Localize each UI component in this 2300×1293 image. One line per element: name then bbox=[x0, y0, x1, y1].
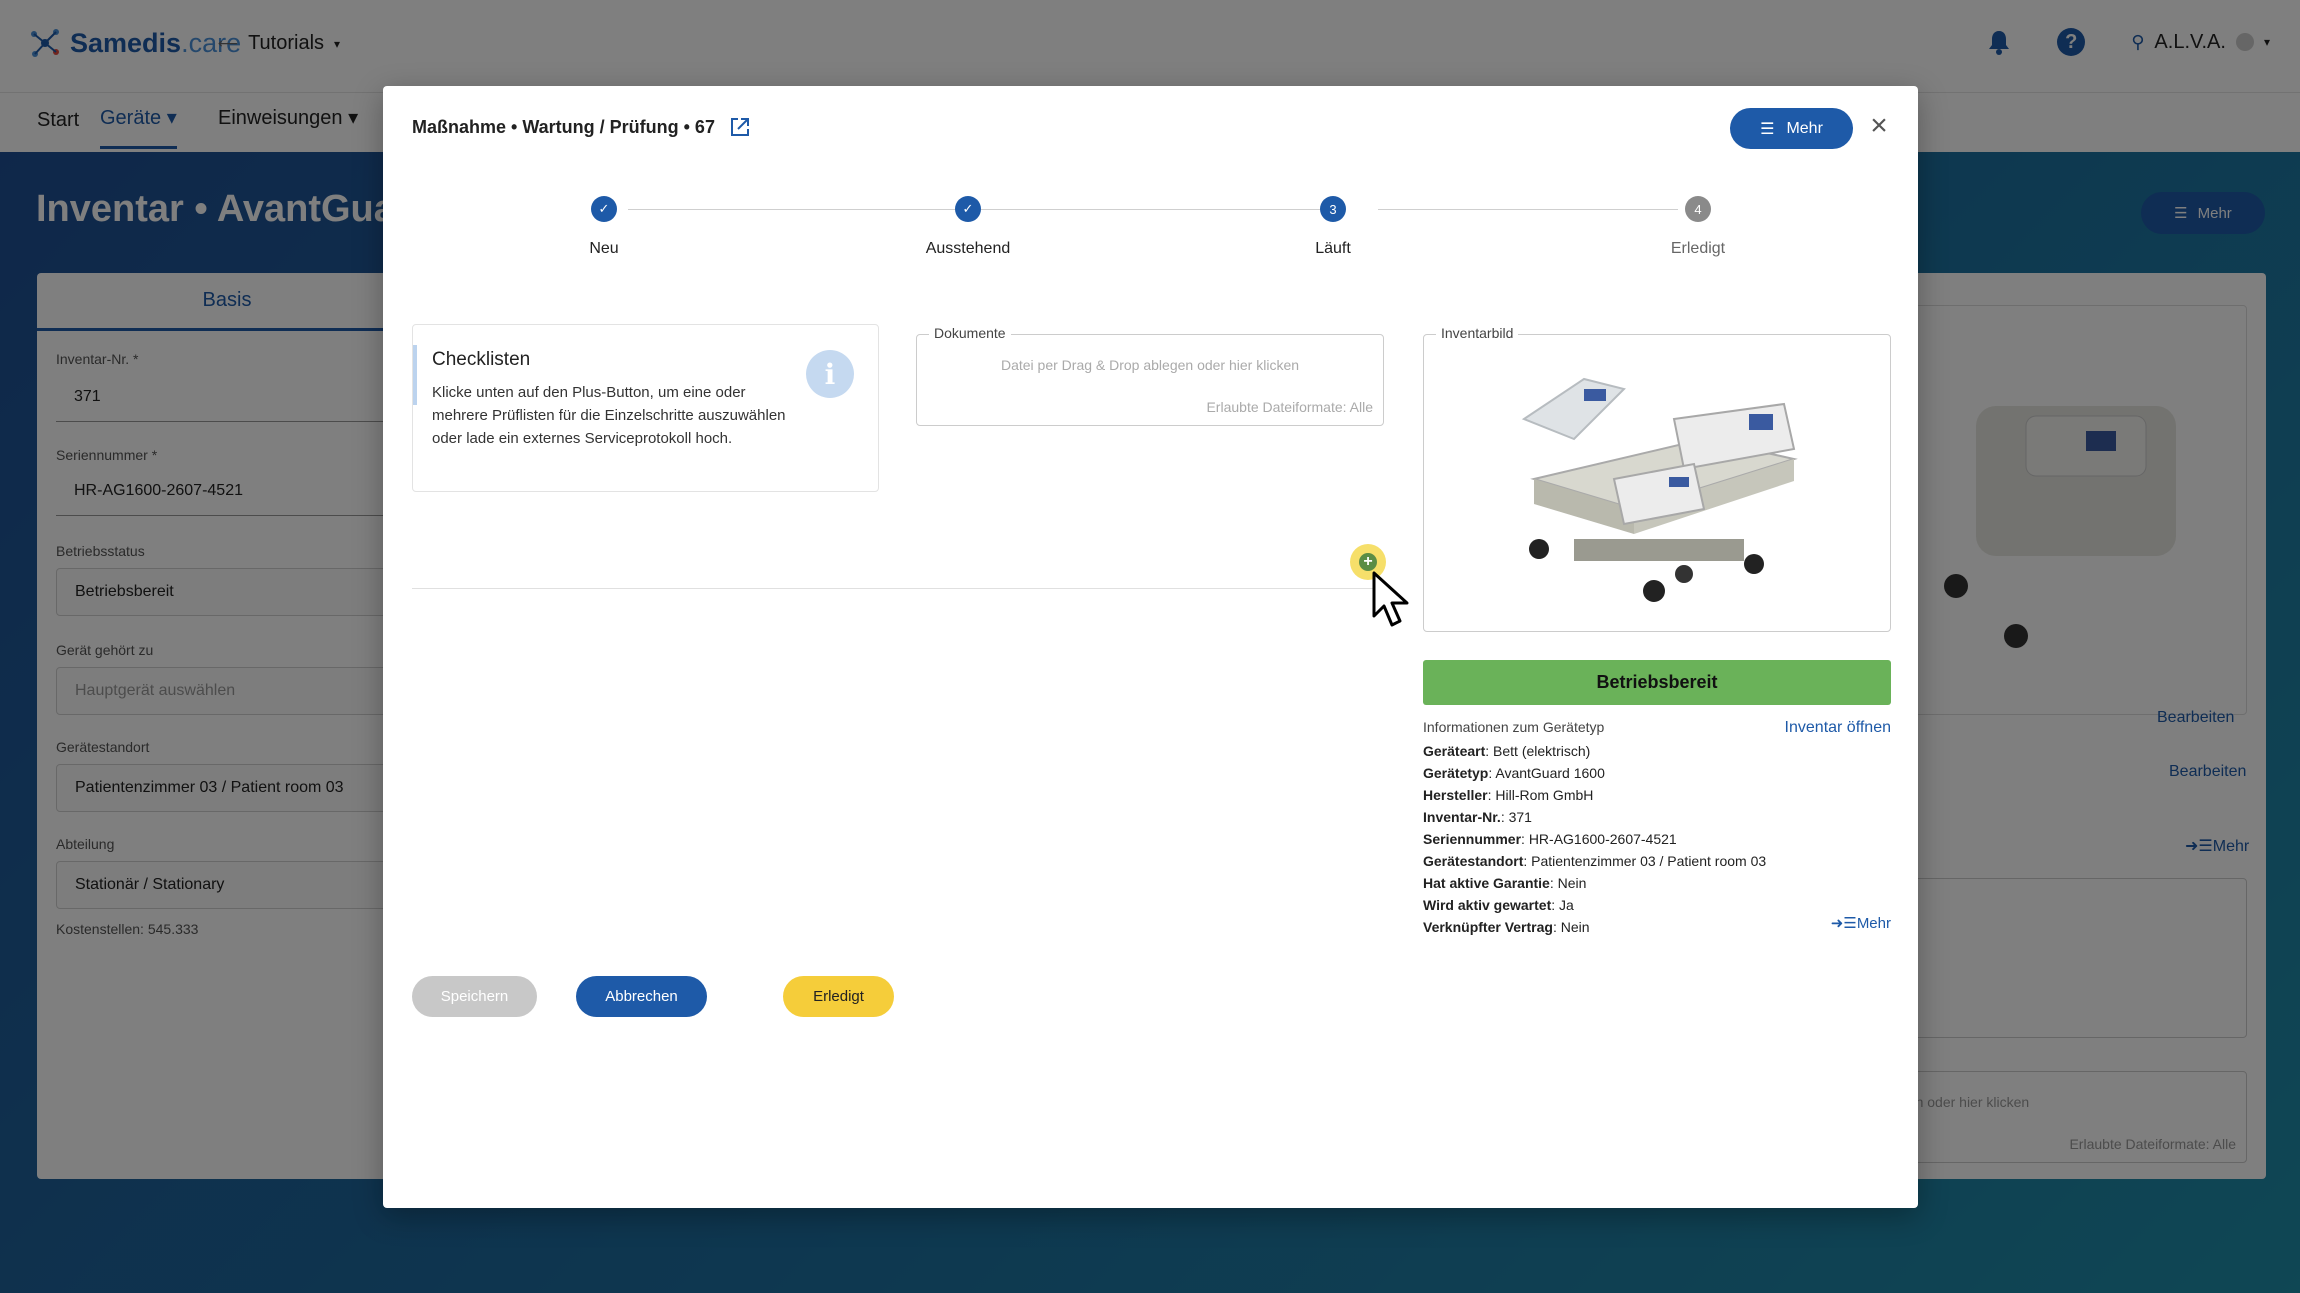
save-button[interactable]: Speichern bbox=[412, 976, 537, 1017]
step-ausstehend[interactable]: ✓ Ausstehend bbox=[868, 191, 1068, 258]
status-stepper: ✓ Neu ✓ Ausstehend 3 Läuft 4 Erledigt bbox=[383, 191, 1918, 271]
geraetetyp-info-list: Geräteart: Bett (elektrisch) Gerätetyp: … bbox=[1423, 740, 1883, 938]
close-icon[interactable]: × bbox=[1865, 111, 1893, 141]
menu-icon: ☰ bbox=[1760, 120, 1775, 138]
mouse-cursor-icon bbox=[1372, 571, 1409, 627]
divider bbox=[412, 588, 1374, 589]
checklist-info-box: Checklisten Klicke unten auf den Plus-Bu… bbox=[412, 324, 879, 492]
step-number: 3 bbox=[1320, 196, 1346, 222]
bed-image bbox=[1521, 377, 1798, 602]
info-accent-bar bbox=[413, 345, 417, 405]
info-row: Seriennummer: HR-AG1600-2607-4521 bbox=[1423, 831, 1677, 847]
documents-hint: Datei per Drag & Drop ablegen oder hier … bbox=[1000, 357, 1300, 373]
check-icon: ✓ bbox=[955, 196, 981, 222]
inventarbild-legend: Inventarbild bbox=[1436, 325, 1519, 341]
info-row: Hersteller: Hill-Rom GmbH bbox=[1423, 787, 1594, 803]
plus-icon: + bbox=[1359, 553, 1377, 571]
documents-dropzone[interactable]: Dokumente Datei per Drag & Drop ablegen … bbox=[916, 325, 1384, 426]
info-mehr-link[interactable]: ➜☰Mehr bbox=[1831, 914, 1891, 932]
checklist-title: Checklisten bbox=[432, 349, 531, 370]
info-row: Geräteart: Bett (elektrisch) bbox=[1423, 743, 1591, 759]
inventar-oeffnen-link[interactable]: Inventar öffnen bbox=[1785, 719, 1891, 737]
geraetetyp-info-heading: Informationen zum Gerätetyp bbox=[1423, 719, 1605, 735]
check-icon: ✓ bbox=[591, 196, 617, 222]
dialog-title: Maßnahme • Wartung / Prüfung • 67 bbox=[412, 116, 751, 138]
info-row: Hat aktive Garantie: Nein bbox=[1423, 875, 1587, 891]
step-neu[interactable]: ✓ Neu bbox=[504, 191, 704, 258]
step-label: Erledigt bbox=[1670, 240, 1726, 257]
step-laeuft[interactable]: 3 Läuft bbox=[1233, 191, 1433, 258]
dialog-mehr-button[interactable]: ☰ Mehr bbox=[1730, 108, 1853, 149]
info-row: Gerätetyp: AvantGuard 1600 bbox=[1423, 765, 1605, 781]
info-row: Gerätestandort: Patientenzimmer 03 / Pat… bbox=[1423, 853, 1767, 869]
cancel-button[interactable]: Abbrechen bbox=[576, 976, 707, 1017]
info-row: Wird aktiv gewartet: Ja bbox=[1423, 897, 1574, 913]
documents-formats: Erlaubte Dateiformate: Alle bbox=[1206, 399, 1373, 415]
inventarbild-box: Inventarbild bbox=[1423, 325, 1891, 632]
checklist-text: Klicke unten auf den Plus-Button, um ein… bbox=[432, 384, 786, 447]
info-row: Verknüpfter Vertrag: Nein bbox=[1423, 919, 1590, 935]
open-external-icon[interactable] bbox=[729, 116, 751, 138]
step-erledigt[interactable]: 4 Erledigt bbox=[1598, 191, 1798, 258]
info-row: Inventar-Nr.: 371 bbox=[1423, 809, 1532, 825]
documents-legend: Dokumente bbox=[929, 325, 1011, 341]
step-number: 4 bbox=[1685, 196, 1711, 222]
erledigt-button[interactable]: Erledigt bbox=[783, 976, 894, 1017]
betriebsstatus-button[interactable]: Betriebsbereit bbox=[1423, 660, 1891, 705]
massnahme-dialog: Maßnahme • Wartung / Prüfung • 67 ☰ Mehr … bbox=[383, 86, 1918, 1208]
step-label: Neu bbox=[589, 240, 619, 257]
info-icon: i bbox=[806, 350, 854, 398]
expand-icon: ➜☰ bbox=[1830, 915, 1857, 932]
step-label: Läuft bbox=[1315, 240, 1351, 257]
step-label: Ausstehend bbox=[925, 240, 1011, 257]
